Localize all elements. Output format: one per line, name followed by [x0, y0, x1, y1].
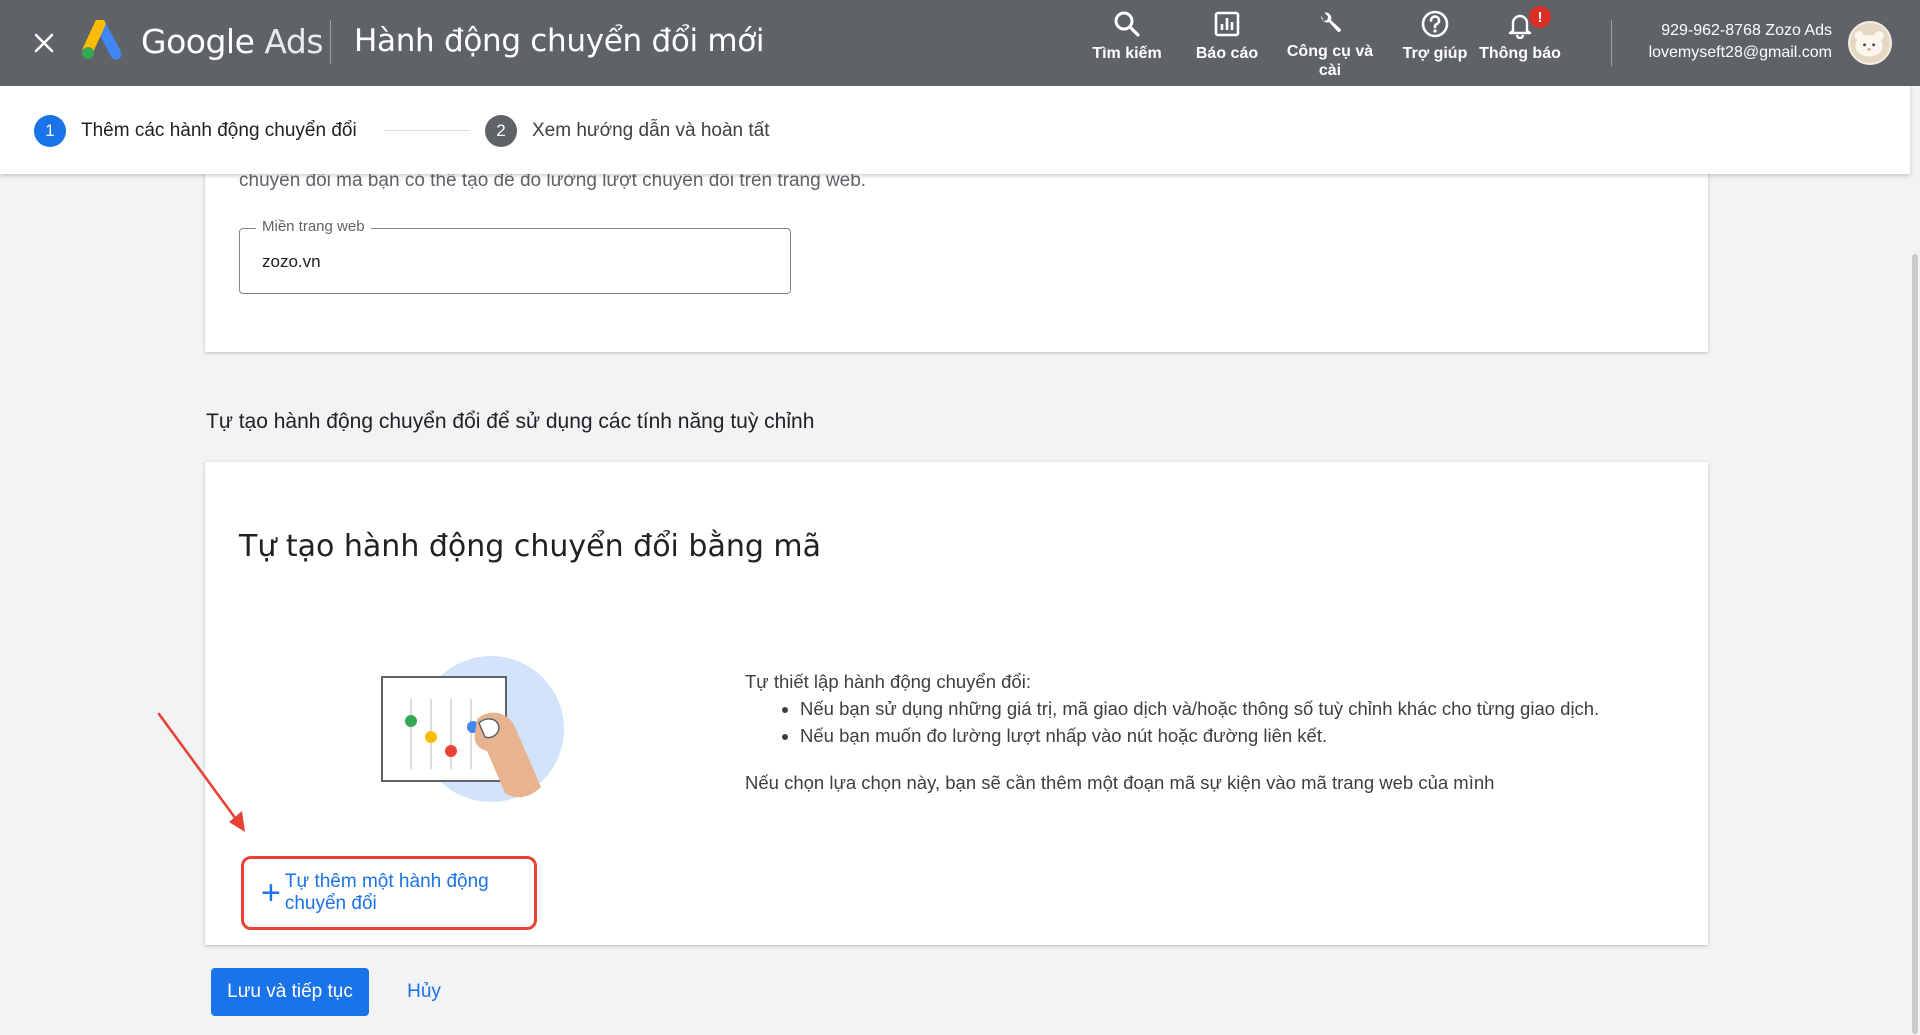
- notification-badge: !: [1529, 6, 1551, 28]
- step-2-number: 2: [485, 115, 517, 147]
- avatar-face-icon: [1854, 31, 1884, 57]
- page-title: Hành động chuyển đổi mới: [354, 23, 765, 59]
- add-conversion-manually-button[interactable]: + Tự thêm một hành động chuyển đổi: [241, 856, 537, 930]
- card-description: Tự thiết lập hành động chuyển đổi: Nếu b…: [745, 668, 1645, 796]
- nav-tools-label: Công cụ và cài: [1286, 43, 1374, 79]
- step-connector: [384, 130, 470, 131]
- domain-field-label: Miền trang web: [256, 218, 371, 235]
- top-app-bar: Google Ads Hành động chuyển đổi mới Tìm …: [0, 0, 1920, 86]
- domain-field[interactable]: Miền trang web: [239, 218, 791, 294]
- nav-reports-label: Báo cáo: [1195, 45, 1259, 62]
- avatar[interactable]: [1848, 21, 1892, 65]
- plus-icon: +: [261, 874, 281, 912]
- account-id: 929-962-8768 Zozo Ads: [1661, 22, 1832, 39]
- step-1-label: Thêm các hành động chuyển đổi: [81, 120, 357, 141]
- reports-icon: [1214, 11, 1240, 37]
- domain-input[interactable]: [262, 252, 762, 272]
- description-bullet-1: Nếu bạn sử dụng những giá trị, mã giao d…: [800, 695, 1645, 722]
- add-conversion-label: Tự thêm một hành động chuyển đổi: [284, 871, 489, 914]
- annotation-arrow-icon: [157, 712, 245, 832]
- search-icon: [1114, 11, 1140, 37]
- description-bullet-2: Nếu bạn muốn đo lường lượt nhấp vào nút …: [800, 722, 1645, 749]
- card-heading: Tự tạo hành động chuyển đổi bằng mã: [239, 529, 822, 564]
- scrollbar-thumb[interactable]: [1912, 254, 1918, 1034]
- step-1-number: 1: [34, 115, 66, 147]
- help-icon: [1421, 10, 1449, 38]
- nav-tools[interactable]: Công cụ và cài: [1275, 6, 1385, 80]
- account-divider: [1611, 20, 1612, 66]
- close-button[interactable]: [26, 25, 62, 61]
- description-intro: Tự thiết lập hành động chuyển đổi:: [745, 671, 1031, 692]
- description-list: Nếu bạn sử dụng những giá trị, mã giao d…: [800, 695, 1645, 749]
- nav-help-label: Trợ giúp: [1402, 45, 1468, 62]
- google-ads-logo: [82, 20, 122, 60]
- page-scrollbar[interactable]: [1910, 86, 1920, 1035]
- stepper-bar: 1 Thêm các hành động chuyển đổi 2 Xem hư…: [0, 86, 1910, 174]
- wrench-icon: [1321, 12, 1341, 32]
- close-icon: [34, 33, 54, 53]
- brand-name: Google Ads: [141, 22, 324, 61]
- description-note: Nếu chọn lựa chọn này, bạn sẽ cần thêm m…: [745, 772, 1495, 793]
- header-divider: [330, 20, 331, 64]
- nav-notifications-label: Thông báo: [1479, 45, 1561, 62]
- manual-conversion-card: Tự tạo hành động chuyển đổi bằng mã Tự t…: [205, 462, 1708, 945]
- step-2-label: Xem hướng dẫn và hoàn tất: [532, 120, 770, 141]
- account-email: lovemyseft28@gmail.com: [1648, 44, 1832, 61]
- nav-search[interactable]: Tìm kiếm: [1072, 6, 1182, 80]
- nav-notifications[interactable]: ! Thông báo: [1465, 6, 1575, 80]
- save-continue-button[interactable]: Lưu và tiếp tục: [211, 968, 369, 1016]
- section-title: Tự tạo hành động chuyển đổi để sử dụng c…: [206, 410, 815, 433]
- cancel-button[interactable]: Hủy: [398, 968, 450, 1016]
- nav-reports[interactable]: Báo cáo: [1172, 6, 1282, 80]
- nav-search-label: Tìm kiếm: [1092, 45, 1162, 62]
- sliders-illustration: [381, 656, 564, 802]
- account-info[interactable]: 929-962-8768 Zozo Ads lovemyseft28@gmail…: [1649, 20, 1832, 64]
